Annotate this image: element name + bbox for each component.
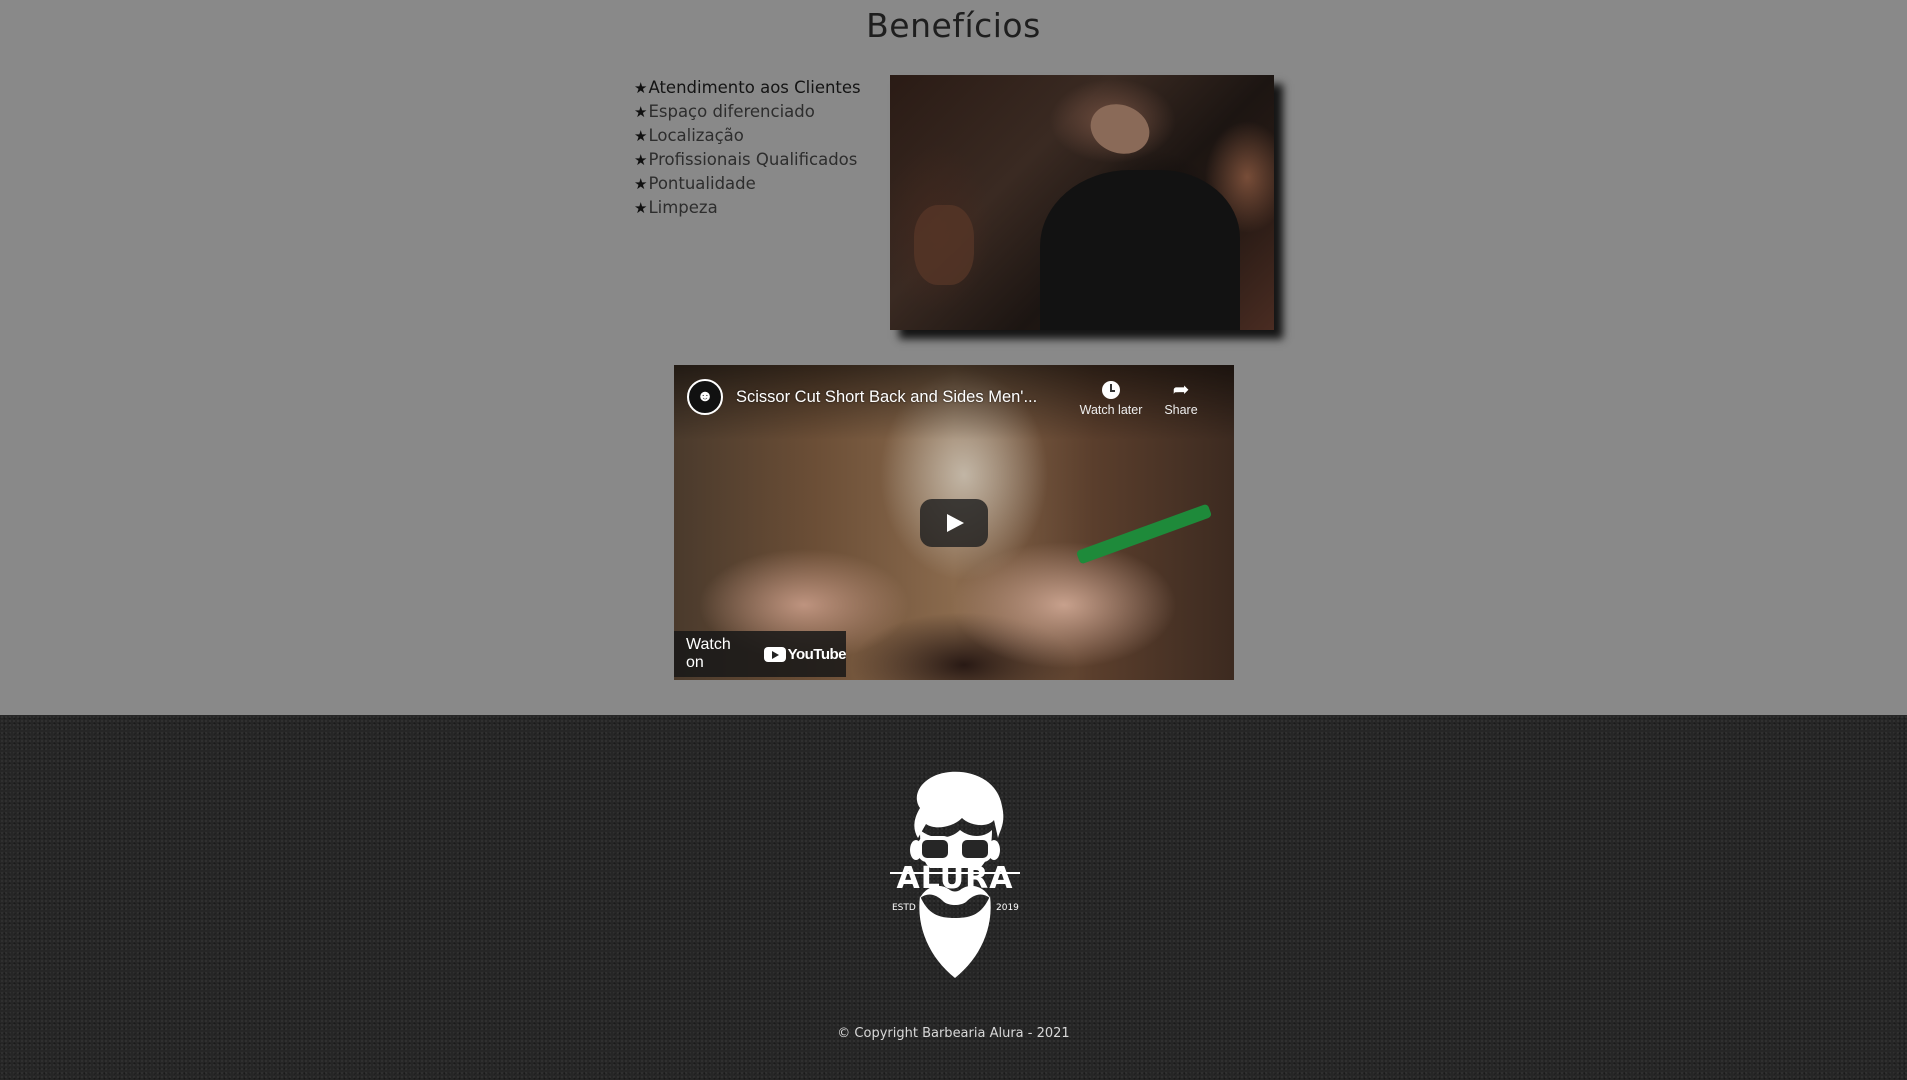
- watch-on-youtube-button[interactable]: Watch on YouTube: [674, 631, 847, 677]
- video-thumbnail-comb: [1075, 503, 1213, 565]
- photo-client-head: [1083, 96, 1157, 162]
- channel-avatar-icon[interactable]: ☻: [687, 379, 723, 415]
- youtube-wordmark: YouTube: [787, 645, 847, 663]
- barbearia-alura-logo: ALURA ESTD 2019: [890, 771, 1020, 978]
- logo-year: 2019: [996, 903, 1019, 913]
- youtube-play-icon: [763, 646, 786, 662]
- watch-later-button[interactable]: Watch later: [1071, 377, 1151, 417]
- clock-icon: [1102, 381, 1120, 399]
- barbershop-photo: [890, 75, 1274, 330]
- star-icon: ★: [634, 127, 648, 145]
- benefit-label: Localização: [648, 126, 744, 145]
- benefit-item: ★Limpeza: [634, 196, 861, 220]
- logo-wordmark: ALURA: [897, 861, 1014, 896]
- benefit-label: Pontualidade: [648, 174, 756, 193]
- video-title-link[interactable]: Scissor Cut Short Back and Sides Men'...: [736, 388, 1037, 407]
- share-button[interactable]: ➦ Share: [1151, 377, 1211, 417]
- play-button[interactable]: [920, 499, 988, 547]
- benefit-label: Atendimento aos Clientes: [648, 78, 861, 97]
- photo-barber-cape: [1040, 170, 1240, 330]
- benefit-item: ★Atendimento aos Clientes: [634, 76, 861, 100]
- watch-on-label: Watch on: [686, 636, 731, 671]
- youtube-video-embed[interactable]: ☻ Scissor Cut Short Back and Sides Men'.…: [674, 365, 1234, 680]
- benefit-label: Espaço diferenciado: [648, 102, 815, 121]
- section-title: Benefícios: [866, 6, 1041, 45]
- benefit-label: Profissionais Qualificados: [648, 150, 858, 169]
- star-icon: ★: [634, 175, 648, 193]
- benefit-label: Limpeza: [648, 198, 718, 217]
- logo-est: ESTD: [892, 903, 916, 913]
- youtube-logo: YouTube: [763, 645, 847, 663]
- watch-later-label: Watch later: [1079, 403, 1143, 417]
- benefit-item: ★Pontualidade: [634, 172, 861, 196]
- share-label: Share: [1164, 403, 1198, 417]
- copyright-text: © Copyright Barbearia Alura - 2021: [837, 1026, 1070, 1041]
- photo-hand: [914, 205, 974, 285]
- star-icon: ★: [634, 103, 648, 121]
- benefit-item: ★Profissionais Qualificados: [634, 148, 861, 172]
- benefit-item: ★Espaço diferenciado: [634, 100, 861, 124]
- star-icon: ★: [634, 151, 648, 169]
- benefit-item: ★Localização: [634, 124, 861, 148]
- benefits-list: ★Atendimento aos Clientes ★Espaço difere…: [634, 76, 861, 220]
- star-icon: ★: [634, 79, 648, 97]
- share-arrow-icon: ➦: [1172, 379, 1190, 401]
- star-icon: ★: [634, 199, 648, 217]
